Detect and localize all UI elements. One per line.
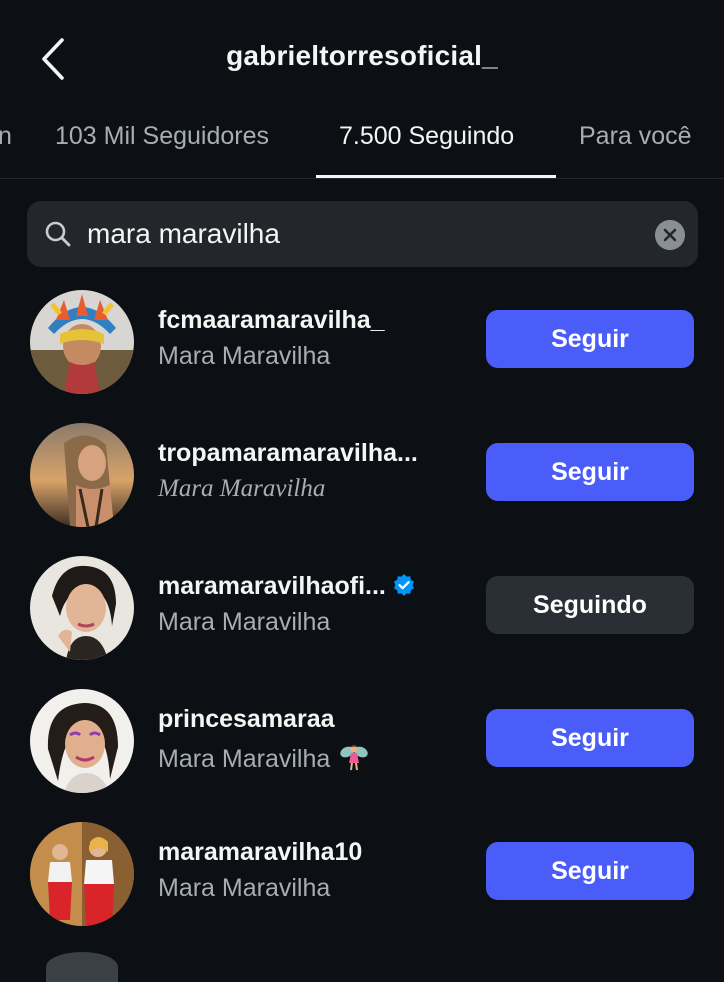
username[interactable]: maramaravilha10 [158,838,362,867]
full-name: Mara Maravilha [158,608,331,636]
search-icon [45,221,71,247]
search-input[interactable] [87,209,627,259]
tab-for-you[interactable]: Para você [579,122,692,151]
header: gabrieltorresoficial_ [0,0,724,120]
list-item[interactable]: fcmaaramaravilha_ Mara Maravilha Seguir [0,290,724,400]
tab-partial[interactable]: n [0,122,12,151]
username[interactable]: princesamaraa [158,705,335,734]
list-item[interactable]: tropamaramaravilha... Mara Maravilha Seg… [0,423,724,533]
tab-bar: n 103 Mil Seguidores 7.500 Seguindo Para… [0,112,724,179]
avatar[interactable] [46,952,118,982]
username[interactable]: fcmaaramaravilha_ [158,306,385,335]
full-name: Mara Maravilha [158,342,331,370]
following-button[interactable]: Seguindo [486,576,694,634]
follow-button[interactable]: Seguir [486,842,694,900]
verified-badge-icon [393,574,414,596]
avatar[interactable] [30,290,134,394]
avatar[interactable] [30,689,134,793]
avatar[interactable] [30,423,134,527]
follow-button[interactable]: Seguir [486,709,694,767]
username-text[interactable]: maramaravilhaofi... [158,572,386,600]
search-bar [27,201,698,267]
full-name-text: Mara Maravilha [158,745,331,773]
avatar[interactable] [30,822,134,926]
tab-followers[interactable]: 103 Mil Seguidores [55,122,269,151]
username[interactable]: tropamaramaravilha... [158,439,418,468]
active-tab-indicator [316,175,556,178]
full-name: Mara Maravilha [158,475,326,502]
tab-following[interactable]: 7.500 Seguindo [339,122,514,151]
avatar[interactable] [30,556,134,660]
follow-button[interactable]: Seguir [486,443,694,501]
list-item[interactable]: maramaravilha10 Mara Maravilha Seguir [0,822,724,932]
full-name: Mara Maravilha [158,874,331,902]
clear-search-icon[interactable] [655,220,685,250]
list-item[interactable]: princesamaraa Mara Maravilha Seguir [0,689,724,799]
full-name: Mara Maravilha [158,741,370,774]
fairy-emoji-icon [340,745,368,771]
page-title: gabrieltorresoficial_ [226,40,498,71]
list-item[interactable]: maramaravilhaofi... Mara Maravilha Segui… [0,556,724,666]
follow-button[interactable]: Seguir [486,310,694,368]
username[interactable]: maramaravilhaofi... [158,572,416,601]
